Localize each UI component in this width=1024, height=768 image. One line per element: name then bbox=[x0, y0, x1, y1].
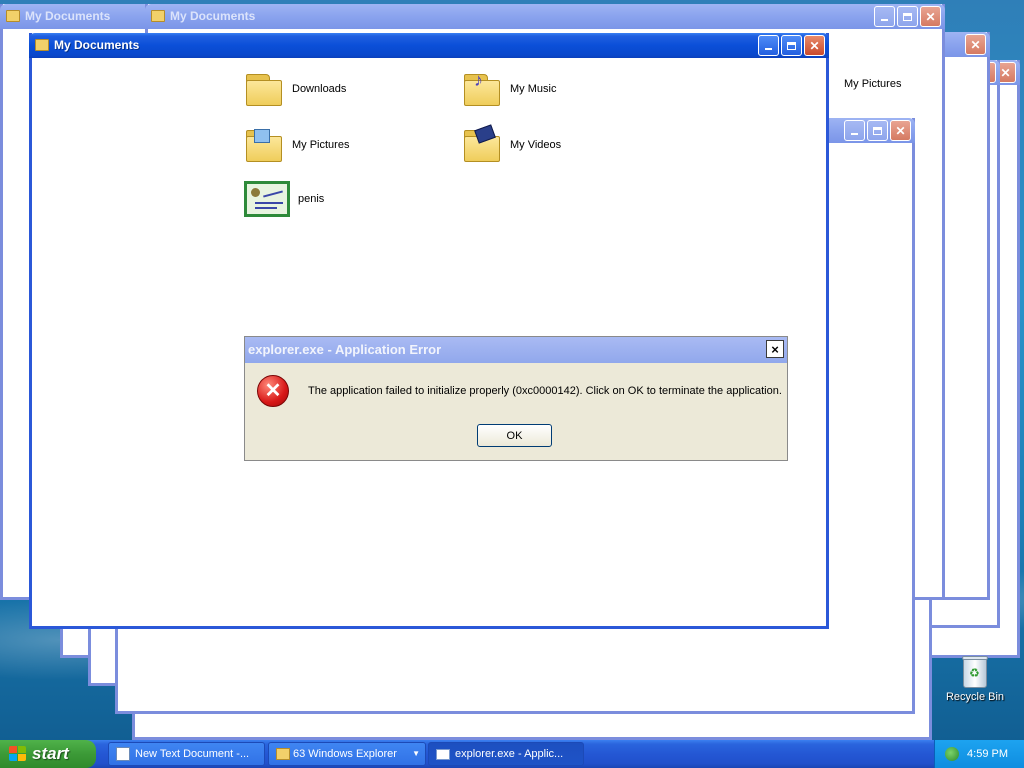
folder-icon bbox=[276, 748, 290, 760]
background-window-titlebar[interactable]: My Documents bbox=[0, 4, 150, 29]
desktop: My Documents ✕ ✕ ✕ My Documents bbox=[0, 0, 1024, 740]
window-title: My Documents bbox=[54, 38, 140, 52]
folder-label: Downloads bbox=[292, 83, 347, 95]
my-documents-window[interactable]: My Documents ✕ Downloads ♪ My Music My P… bbox=[29, 33, 829, 629]
close-button[interactable]: ✕ bbox=[804, 35, 825, 56]
file-item-certificate[interactable]: penis bbox=[244, 181, 324, 217]
chevron-down-icon[interactable]: ▼ bbox=[412, 743, 420, 765]
window-title: My Documents bbox=[25, 9, 111, 23]
recycle-bin[interactable]: ♻ Recycle Bin bbox=[944, 656, 1006, 703]
folder-label: My Pictures bbox=[844, 78, 902, 90]
close-button[interactable]: ✕ bbox=[920, 6, 941, 27]
taskbar-group-windows-explorer[interactable]: 63 Windows Explorer ▼ bbox=[268, 742, 426, 766]
recycle-bin-label: Recycle Bin bbox=[945, 691, 1005, 703]
folder-item-downloads[interactable]: Downloads bbox=[244, 71, 346, 107]
folder-label: My Music bbox=[510, 83, 557, 95]
folder-item-my-pictures[interactable]: My Pictures bbox=[824, 66, 901, 102]
background-window-titlebar[interactable]: My Documents ✕ bbox=[145, 4, 945, 29]
taskbar-item-label: explorer.exe - Applic... bbox=[455, 748, 564, 760]
dialog-close-button[interactable]: × bbox=[766, 340, 784, 358]
taskbar: start New Text Document -... 63 Windows … bbox=[0, 740, 1024, 768]
my-documents-icon bbox=[35, 39, 49, 51]
my-documents-icon bbox=[151, 10, 165, 22]
folder-label: My Videos bbox=[510, 139, 562, 151]
start-label: start bbox=[32, 744, 69, 763]
window-icon bbox=[436, 749, 450, 760]
folder-icon bbox=[244, 71, 284, 107]
windows-logo-icon bbox=[9, 746, 26, 762]
minimize-button[interactable] bbox=[844, 120, 865, 141]
folder-item-my-music[interactable]: ♪ My Music bbox=[462, 71, 556, 107]
certificate-icon bbox=[244, 181, 290, 217]
minimize-button[interactable] bbox=[758, 35, 779, 56]
network-tray-icon[interactable] bbox=[945, 747, 959, 761]
application-error-dialog[interactable]: explorer.exe - Application Error × ✕ The… bbox=[244, 336, 788, 461]
folder-item-my-videos[interactable]: My Videos bbox=[462, 124, 562, 163]
window-titlebar[interactable]: My Documents ✕ bbox=[29, 33, 829, 58]
ok-button[interactable]: OK bbox=[477, 424, 552, 447]
maximize-button[interactable] bbox=[897, 6, 918, 27]
music-folder-icon: ♪ bbox=[462, 71, 502, 107]
clock[interactable]: 4:59 PM bbox=[967, 740, 1008, 768]
notepad-icon bbox=[116, 747, 130, 761]
pictures-folder-icon bbox=[244, 127, 284, 163]
recycle-bin-icon: ♻ bbox=[962, 656, 988, 688]
file-label: penis bbox=[298, 193, 325, 205]
taskbar-item-label: 63 Windows Explorer bbox=[293, 748, 397, 760]
dialog-title: explorer.exe - Application Error bbox=[245, 337, 787, 363]
videos-folder-icon bbox=[462, 124, 502, 163]
my-documents-icon bbox=[6, 10, 20, 22]
error-message: The application failed to initialize pro… bbox=[308, 385, 782, 397]
system-tray: 4:59 PM bbox=[934, 740, 1024, 768]
taskbar-item-notepad[interactable]: New Text Document -... bbox=[108, 742, 265, 766]
folder-label: My Pictures bbox=[292, 139, 350, 151]
start-button[interactable]: start bbox=[0, 740, 96, 768]
maximize-button[interactable] bbox=[781, 35, 802, 56]
maximize-button[interactable] bbox=[867, 120, 888, 141]
error-icon: ✕ bbox=[257, 375, 289, 407]
folder-item-my-pictures[interactable]: My Pictures bbox=[244, 127, 349, 163]
minimize-button[interactable] bbox=[874, 6, 895, 27]
window-title: My Documents bbox=[170, 9, 256, 23]
close-button[interactable]: ✕ bbox=[890, 120, 911, 141]
close-button[interactable]: ✕ bbox=[965, 34, 986, 55]
taskbar-item-error-dialog[interactable]: explorer.exe - Applic... bbox=[428, 742, 584, 766]
taskbar-item-label: New Text Document -... bbox=[135, 748, 250, 760]
